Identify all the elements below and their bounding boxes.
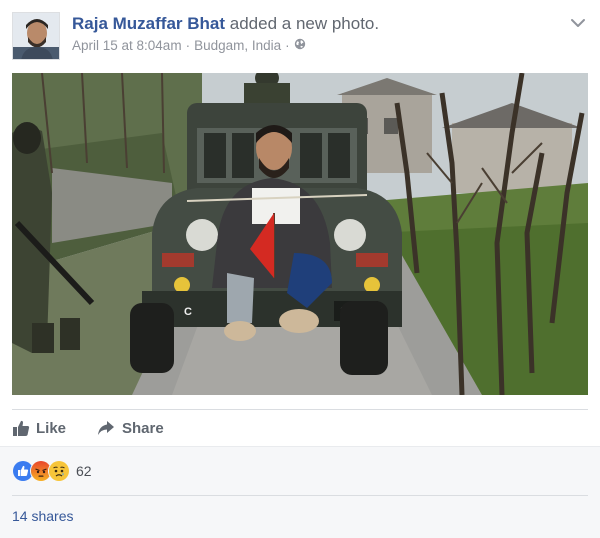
like-button[interactable]: Like [12, 419, 66, 437]
post-meta: April 15 at 8:04am · Budgam, India · [72, 38, 306, 53]
share-button[interactable]: Share [96, 419, 164, 437]
post-action-text: added a new photo. [229, 14, 380, 33]
actions-divider [12, 409, 588, 410]
chevron-down-icon[interactable] [570, 16, 586, 28]
globe-icon[interactable] [294, 38, 306, 53]
thumbs-up-icon [12, 419, 30, 437]
author-avatar[interactable] [12, 12, 60, 60]
share-label: Share [122, 419, 164, 437]
license-plate-small-text: C [184, 306, 192, 318]
meta-separator-2: · [285, 38, 290, 53]
reaction-count: 62 [76, 463, 92, 479]
meta-separator: · [185, 38, 191, 53]
shares-count-link[interactable]: 14 shares [12, 508, 73, 524]
facebook-post: Raja Muzaffar Bhat added a new photo. Ap… [0, 0, 600, 538]
reactions-section: 62 14 shares [0, 446, 600, 538]
post-actions: Like Share [12, 414, 194, 442]
reactions-divider [12, 495, 588, 496]
like-label: Like [36, 419, 67, 437]
post-location[interactable]: Budgam, India [194, 38, 281, 53]
post-timestamp[interactable]: April 15 at 8:04am [72, 38, 182, 53]
reactions-summary[interactable]: 62 [12, 460, 92, 482]
author-name-link[interactable]: Raja Muzaffar Bhat [72, 14, 225, 33]
post-photo[interactable]: 339v C [12, 73, 588, 395]
sad-reaction-icon [48, 460, 70, 482]
post-header-line: Raja Muzaffar Bhat added a new photo. [72, 14, 379, 34]
share-arrow-icon [96, 419, 116, 437]
